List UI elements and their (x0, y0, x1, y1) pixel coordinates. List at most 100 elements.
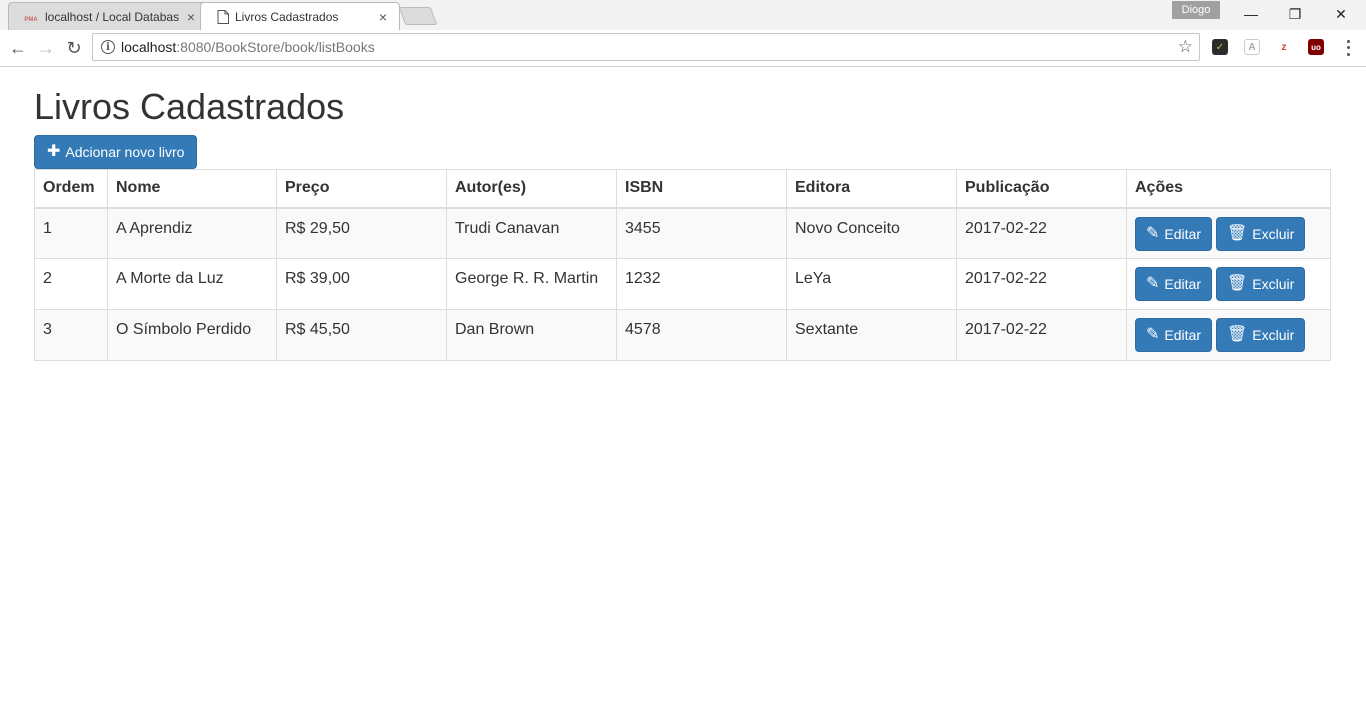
delete-button[interactable]: 🗑 Excluir (1215, 216, 1306, 251)
delete-button[interactable]: 🗑 Excluir (1215, 267, 1306, 301)
header-editora[interactable]: Editora (786, 169, 957, 209)
cell-nome: O Símbolo Perdido (107, 309, 277, 361)
table-row: 1 A Aprendiz R$ 29,50 Trudi Canavan 3455 Novo… (34, 207, 1331, 259)
tab-livros-cadastrados[interactable]: Livros Cadastrados × (200, 2, 400, 30)
cell-nome: A Aprendiz (107, 207, 277, 259)
nome-value: O Símbolo Perdido (116, 321, 252, 338)
cell-autores: Dan Brown (446, 309, 617, 361)
reload-icon[interactable]: ↻ (62, 36, 86, 60)
page-icon (217, 9, 229, 24)
edit-button[interactable]: ✎ Editar (1135, 318, 1212, 352)
cell-isbn: 3455 (616, 207, 787, 259)
tab-title: localhost / Local Databas (45, 9, 180, 24)
preco-value: R$ 45,50 (285, 321, 350, 338)
bookmark-star-icon[interactable]: ☆ (1178, 37, 1193, 57)
delete-label: Excluir (1252, 276, 1295, 292)
add-book-label: Adcionar novo livro (65, 144, 185, 160)
restore-icon[interactable]: ❐ (1272, 0, 1318, 28)
phpmyadmin-favicon-icon: PMA (24, 16, 38, 23)
cell-autores: George R. R. Martin (446, 258, 617, 310)
ublock-extension-icon[interactable]: uo (1308, 39, 1324, 55)
edit-label: Editar (1164, 225, 1201, 242)
header-autores[interactable]: Autor(es) (446, 169, 617, 209)
angular-extension-icon[interactable]: A (1244, 39, 1260, 55)
tab-close-icon[interactable]: × (181, 9, 201, 25)
checkmark-extension-icon[interactable]: ✓ (1212, 39, 1228, 55)
new-tab-button[interactable] (398, 7, 438, 25)
header-ordem[interactable]: Ordem (34, 169, 108, 209)
delete-label: Excluir (1252, 327, 1295, 343)
add-book-button[interactable]: ✚ Adcionar novo livro (34, 135, 198, 169)
delete-label: Excluir (1252, 225, 1295, 242)
url-path: :8080/BookStore/book/listBooks (176, 39, 375, 55)
ordem-value: 2 (43, 270, 52, 287)
cell-isbn: 1232 (616, 258, 787, 310)
pencil-icon: ✎ (1146, 326, 1160, 343)
browser-titlebar: PMA localhost / Local Databas × Livros C… (0, 0, 1366, 30)
preco-value: R$ 39,00 (285, 270, 350, 287)
header-isbn[interactable]: ISBN (616, 169, 787, 209)
table-row: 2 A Morte da Luz R$ 39,00 George R. R. Mart… (34, 258, 1331, 310)
minimize-icon[interactable]: — (1228, 0, 1274, 28)
page-title: Livros Cadastrados (34, 86, 345, 127)
nome-value: A Morte da Luz (116, 270, 224, 287)
cell-preco: R$ 39,00 (276, 258, 447, 310)
cell-publicacao: 2017-02-22 (956, 207, 1127, 259)
header-nome[interactable]: Nome (107, 169, 277, 209)
cell-ordem: 2 (34, 258, 108, 310)
cell-acoes: ✎ Editar 🗑 Excluir (1126, 207, 1331, 259)
profile-badge[interactable]: Diogo (1172, 1, 1220, 19)
cell-isbn: 4578 (616, 309, 787, 361)
cell-publicacao: 2017-02-22 (956, 309, 1127, 361)
forward-icon[interactable]: → (34, 36, 58, 60)
ordem-value: 1 (43, 219, 52, 237)
isbn-value: 1232 (625, 270, 661, 287)
back-icon[interactable]: ← (6, 36, 30, 60)
isbn-value: 4578 (625, 321, 661, 338)
tab-close-icon[interactable]: × (373, 9, 393, 25)
cell-editora: Novo Conceito (786, 207, 957, 259)
table-header-row: Ordem Nome Preço Autor(es) ISBN Editora … (34, 169, 1331, 209)
cell-autores: Trudi Canavan (446, 207, 617, 259)
address-bar[interactable]: i localhost:8080/BookStore/book/listBook… (92, 33, 1200, 61)
publicacao-value: 2017-02-22 (965, 321, 1047, 338)
zotero-extension-icon[interactable]: z (1276, 39, 1292, 55)
publicacao-value: 2017-02-22 (965, 219, 1047, 237)
cell-editora: Sextante (786, 309, 957, 361)
edit-label: Editar (1164, 276, 1201, 292)
close-window-icon[interactable]: ✕ (1318, 0, 1364, 28)
tab-phpmyadmin[interactable]: PMA localhost / Local Databas × (8, 2, 208, 30)
cell-preco: R$ 45,50 (276, 309, 447, 361)
trash-icon: 🗑 (1226, 326, 1248, 343)
isbn-value: 3455 (625, 219, 661, 237)
books-table: Ordem Nome Preço Autor(es) ISBN Editora … (34, 169, 1331, 361)
header-publicacao[interactable]: Publicação (956, 169, 1127, 209)
info-icon[interactable]: i (101, 40, 115, 54)
cell-acoes: ✎ Editar 🗑 Excluir (1126, 258, 1331, 310)
tab-title: Livros Cadastrados (235, 9, 339, 24)
cell-ordem: 3 (34, 309, 108, 361)
editora-value: LeYa (795, 270, 832, 287)
table-row: 3 O Símbolo Perdido R$ 45,50 Dan Brown 4578 S… (34, 309, 1331, 361)
editora-value: Novo Conceito (795, 219, 900, 237)
edit-label: Editar (1164, 327, 1201, 343)
preco-value: R$ 29,50 (285, 219, 350, 237)
ordem-value: 3 (43, 321, 52, 338)
cell-acoes: ✎ Editar 🗑 Excluir (1126, 309, 1331, 361)
browser-toolbar: ← → ↻ i localhost:8080/BookStore/book/li… (0, 30, 1366, 67)
plus-icon: ✚ (47, 143, 61, 160)
header-preco[interactable]: Preço (276, 169, 447, 209)
autores-value: George R. R. Martin (455, 270, 599, 287)
publicacao-value: 2017-02-22 (965, 270, 1047, 287)
edit-button[interactable]: ✎ Editar (1135, 267, 1212, 301)
cell-ordem: 1 (34, 207, 108, 259)
browser-menu-icon[interactable] (1340, 38, 1356, 58)
trash-icon: 🗑 (1226, 275, 1248, 292)
trash-icon: 🗑 (1226, 224, 1248, 242)
autores-value: Dan Brown (455, 321, 535, 338)
editora-value: Sextante (795, 321, 859, 338)
autores-value: Trudi Canavan (455, 219, 560, 237)
cell-preco: R$ 29,50 (276, 207, 447, 259)
delete-button[interactable]: 🗑 Excluir (1215, 318, 1306, 352)
edit-button[interactable]: ✎ Editar (1135, 216, 1212, 251)
